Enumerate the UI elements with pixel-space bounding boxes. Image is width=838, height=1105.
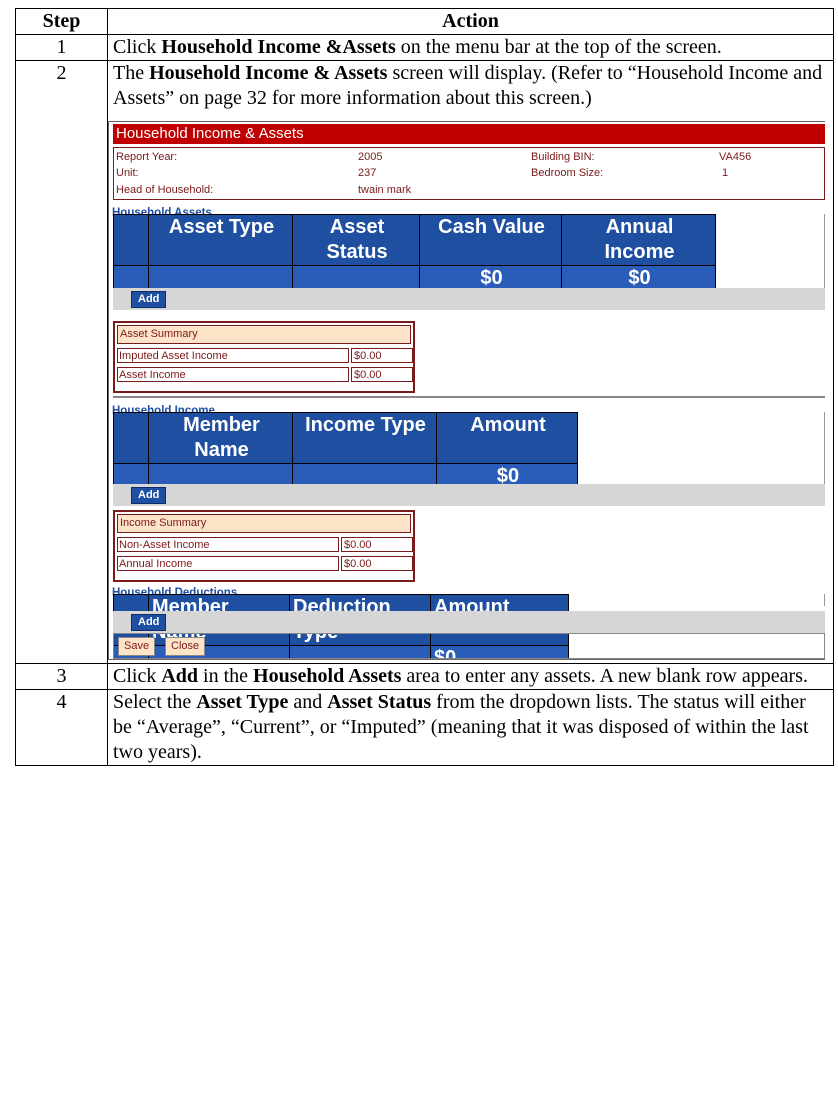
report-year-value: 2005	[358, 151, 383, 163]
grid-header-row: Member Name Income Type Amount	[113, 412, 578, 464]
add-asset-button[interactable]: Add	[131, 291, 167, 308]
bold-term: Asset Type	[196, 691, 289, 713]
step-number: 3	[15, 663, 108, 690]
bold-term: Household Income &Assets	[161, 36, 396, 58]
annual-income-header[interactable]: Annual Income	[561, 214, 716, 266]
head-of-household-value: twain mark	[358, 184, 412, 196]
table-header-row: Step Action	[15, 8, 834, 35]
asset-type-header[interactable]: Asset Type	[148, 214, 293, 266]
bold-term: Household Income & Assets	[149, 62, 388, 84]
add-deduction-button[interactable]: Add	[131, 614, 167, 631]
text: Click	[113, 665, 162, 687]
asset-summary-title: Asset Summary	[117, 325, 411, 344]
imputed-asset-income-value: $0.00	[351, 348, 413, 363]
bedroom-size-value: 1	[722, 167, 729, 179]
household-income-assets-screenshot: Household Income & Assets Report Year: 2…	[108, 121, 825, 660]
building-bin-label: Building BIN:	[531, 151, 595, 163]
building-bin-value: VA456	[719, 151, 752, 163]
bedroom-size-label: Bedroom Size:	[531, 167, 604, 179]
bold-term: Household Assets	[253, 665, 402, 687]
text: and	[288, 691, 328, 713]
text: Click	[113, 36, 162, 58]
annual-income-label: Annual Income	[117, 556, 339, 571]
income-summary-title: Income Summary	[117, 514, 411, 533]
row-selector-header	[113, 412, 149, 464]
imputed-asset-income-row: Imputed Asset Income $0.00	[115, 346, 413, 365]
asset-income-label: Asset Income	[117, 367, 349, 382]
step-text: The Household Income & Assets screen wil…	[107, 60, 834, 664]
step-row: 1 Click Household Income &Assets on the …	[15, 34, 834, 61]
assets-add-bar: Add	[113, 288, 825, 310]
step-number: 1	[15, 34, 108, 61]
step-column-header: Step	[15, 8, 108, 35]
procedure-document: Step Action 1 Click Household Income &As…	[15, 8, 838, 766]
bold-term: Asset Status	[327, 691, 432, 713]
asset-summary-box: Asset Summary Imputed Asset Income $0.00…	[113, 321, 415, 393]
head-of-household-label: Head of Household:	[116, 184, 214, 196]
step-number: 4	[15, 689, 108, 766]
steps-table: Step Action 1 Click Household Income &As…	[15, 8, 834, 766]
add-income-button[interactable]: Add	[131, 487, 167, 504]
step-number: 2	[15, 60, 108, 664]
text: The	[113, 62, 150, 84]
deductions-add-bar: Add	[113, 611, 825, 633]
step-text: Click Household Income &Assets on the me…	[107, 34, 834, 61]
screen-title: Household Income & Assets	[113, 124, 825, 144]
imputed-asset-income-label: Imputed Asset Income	[117, 348, 349, 363]
non-asset-income-value: $0.00	[341, 537, 413, 552]
form-footer: Save Close	[113, 633, 825, 659]
annual-income-value: $0.00	[341, 556, 413, 571]
step-row: 4 Select the Asset Type and Asset Status…	[15, 689, 834, 766]
text: Select the	[113, 691, 197, 713]
action-column-header: Action	[107, 8, 834, 35]
step-text: Click Add in the Household Assets area t…	[107, 663, 834, 690]
text: area to enter any assets. A new blank ro…	[401, 665, 808, 687]
household-info-box: Report Year: 2005 Building BIN: VA456 Un…	[113, 147, 825, 200]
assets-grid: Asset Type Asset Status Cash Value Annua…	[113, 214, 716, 292]
income-grid: Member Name Income Type Amount $0	[113, 412, 578, 490]
step-row: 3 Click Add in the Household Assets area…	[15, 663, 834, 690]
asset-status-header[interactable]: Asset Status	[292, 214, 420, 266]
asset-income-value: $0.00	[351, 367, 413, 382]
asset-income-row: Asset Income $0.00	[115, 365, 413, 384]
income-type-header[interactable]: Income Type	[292, 412, 437, 464]
unit-value: 237	[358, 167, 377, 179]
close-button[interactable]: Close	[165, 637, 206, 656]
step-row: 2 The Household Income & Assets screen w…	[15, 60, 834, 664]
bold-term: Add	[161, 665, 199, 687]
grid-header-row: Asset Type Asset Status Cash Value Annua…	[113, 214, 716, 266]
save-button[interactable]: Save	[118, 637, 156, 656]
annual-income-row: Annual Income $0.00	[115, 554, 413, 573]
non-asset-income-row: Non-Asset Income $0.00	[115, 535, 413, 554]
row-selector-header	[113, 214, 149, 266]
cash-value-header[interactable]: Cash Value	[419, 214, 562, 266]
non-asset-income-label: Non-Asset Income	[117, 537, 339, 552]
unit-label: Unit:	[116, 167, 139, 179]
text: in the	[198, 665, 254, 687]
income-add-bar: Add	[113, 484, 825, 506]
report-year-label: Report Year:	[116, 151, 178, 163]
member-name-header[interactable]: Member Name	[148, 412, 293, 464]
amount-header[interactable]: Amount	[436, 412, 578, 464]
section-divider	[113, 396, 825, 398]
step-text: Select the Asset Type and Asset Status f…	[107, 689, 834, 766]
income-summary-box: Income Summary Non-Asset Income $0.00 An…	[113, 510, 415, 582]
text: on the menu bar at the top of the screen…	[395, 36, 722, 58]
